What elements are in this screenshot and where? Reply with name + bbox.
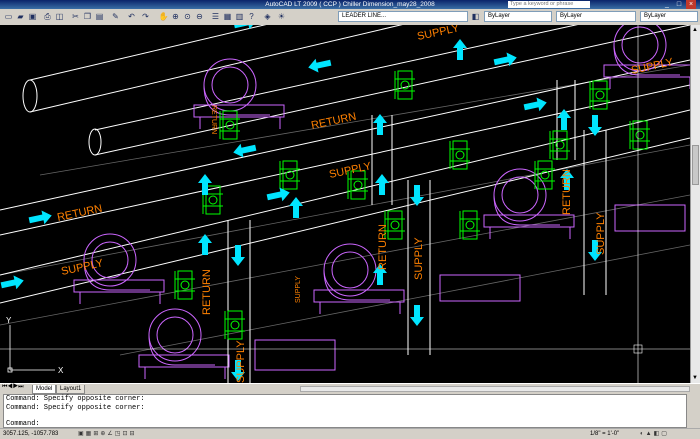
- return-label-1: RETURN: [56, 203, 103, 224]
- return-label-v2: RETURN: [377, 224, 389, 270]
- return-label-v4: RETURN: [210, 105, 217, 134]
- cut-icon[interactable]: ✂: [70, 11, 81, 22]
- command-history-line: Command: Specify opposite corner:: [6, 403, 145, 412]
- structure-lines: [0, 64, 690, 356]
- properties-icon[interactable]: ☰: [210, 11, 221, 22]
- help-icon[interactable]: ?: [246, 11, 257, 22]
- layer-properties-icon[interactable]: ◈: [262, 11, 273, 22]
- scroll-up-icon[interactable]: ▲: [692, 27, 698, 33]
- layer-state-icon[interactable]: ☀: [276, 11, 287, 22]
- return-label-v3: RETURN: [561, 169, 573, 215]
- new-icon[interactable]: ▭: [3, 11, 14, 22]
- tool-palettes-icon[interactable]: ▥: [234, 11, 245, 22]
- save-icon[interactable]: ▣: [27, 11, 38, 22]
- undo-icon[interactable]: ↶: [126, 11, 137, 22]
- return-label-v1: RETURN: [201, 269, 213, 315]
- help-search-input[interactable]: Type a keyword or phrase: [508, 1, 590, 8]
- tab-layout1[interactable]: Layout1: [56, 385, 86, 394]
- supply-label-4: SUPPLY: [630, 56, 675, 77]
- ucs-icon: [7, 325, 55, 373]
- zoom-previous-icon[interactable]: ⊖: [194, 11, 205, 22]
- linetype-dropdown[interactable]: ByLayer: [556, 11, 636, 22]
- ucs-y-label: Y: [6, 316, 12, 325]
- design-center-icon[interactable]: ▦: [222, 11, 233, 22]
- lineweight-dropdown[interactable]: ByLayer: [640, 11, 698, 22]
- title-bar: AutoCAD LT 2009 ( CCP ) Chiller Dimensio…: [0, 0, 700, 9]
- supply-label-v1: SUPPLY: [235, 340, 247, 383]
- horizontal-scrollbar[interactable]: [300, 386, 690, 392]
- minimize-icon[interactable]: _: [662, 0, 672, 9]
- equipment: [73, 25, 690, 380]
- open-icon[interactable]: ▰: [15, 11, 26, 22]
- make-current-icon[interactable]: ◧: [470, 11, 481, 22]
- color-dropdown[interactable]: ByLayer: [484, 11, 552, 22]
- close-icon[interactable]: ×: [686, 0, 696, 9]
- risers: [227, 80, 607, 383]
- piping-drawing: RETURN SUPPLY RETURN SUPPLY SUPPLY SUPPL…: [0, 25, 690, 383]
- supply-label-1: SUPPLY: [60, 257, 105, 278]
- vertical-scrollbar[interactable]: ▲ ▼: [690, 25, 700, 383]
- preview-icon[interactable]: ◫: [54, 11, 65, 22]
- tab-model[interactable]: Model: [32, 385, 57, 394]
- command-window[interactable]: Command: Specify opposite corner: Comman…: [3, 394, 687, 428]
- supply-label-3: SUPPLY: [416, 25, 461, 43]
- supply-label-v3: SUPPLY: [595, 212, 607, 255]
- status-bar: 3057.125, -1057.783 ▣▦⊞⊕∠◳⊡⊟ 1/8" = 1'-0…: [0, 428, 700, 439]
- pan-icon[interactable]: ✋: [158, 11, 169, 22]
- supply-label-v2: SUPPLY: [413, 237, 425, 280]
- scroll-thumb[interactable]: [692, 145, 699, 185]
- redo-icon[interactable]: ↷: [140, 11, 151, 22]
- drawing-canvas[interactable]: RETURN SUPPLY RETURN SUPPLY SUPPLY SUPPL…: [0, 25, 690, 383]
- supply-label-v4: SUPPLY: [295, 276, 302, 303]
- print-icon[interactable]: ⎙: [42, 11, 53, 22]
- zoom-window-icon[interactable]: ⊙: [182, 11, 193, 22]
- copy-icon[interactable]: ❐: [82, 11, 93, 22]
- crosshair-cursor: [0, 25, 690, 383]
- zoom-realtime-icon[interactable]: ⊕: [170, 11, 181, 22]
- return-label-2: RETURN: [310, 111, 357, 132]
- pipe-labels: RETURN SUPPLY RETURN SUPPLY SUPPLY SUPPL…: [56, 25, 675, 383]
- tab-nav-first-icon[interactable]: ⏮◀▶⏭: [2, 384, 24, 391]
- match-properties-icon[interactable]: ✎: [110, 11, 121, 22]
- paste-icon[interactable]: ▤: [94, 11, 105, 22]
- command-history-line: Command: Specify opposite corner:: [6, 395, 145, 403]
- scroll-down-icon[interactable]: ▼: [692, 375, 698, 381]
- standard-toolbar: ▭ ▰ ▣ ⎙ ◫ ✂ ❐ ▤ ✎ ↶ ↷ ✋ ⊕ ⊙ ⊖ ☰ ▦ ▥ ? ◈ …: [0, 9, 700, 26]
- layer-dropdown[interactable]: LEADER LINE...: [338, 11, 468, 22]
- layout-tabs: ⏮◀▶⏭ Model Layout1: [0, 383, 700, 394]
- maximize-icon[interactable]: □: [674, 0, 684, 9]
- ucs-x-label: X: [58, 366, 64, 375]
- window-title: AutoCAD LT 2009 ( CCP ) Chiller Dimensio…: [265, 1, 435, 8]
